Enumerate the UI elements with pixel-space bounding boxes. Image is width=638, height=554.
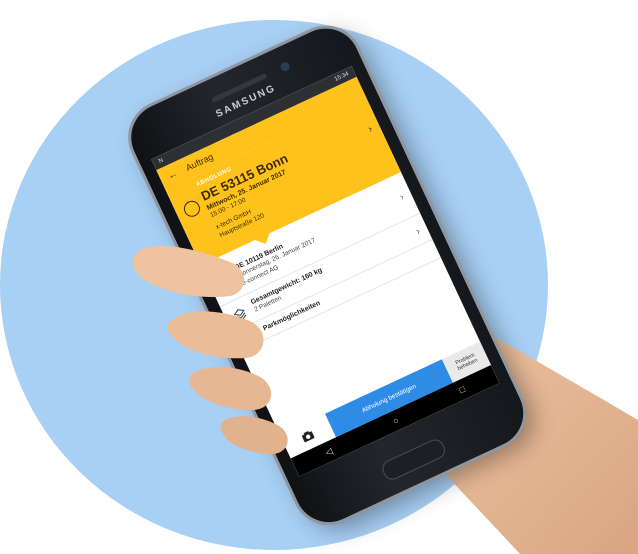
finger-4: [220, 416, 288, 455]
finger-3: [189, 366, 272, 410]
finger-1: [132, 245, 245, 298]
scene: SAMSUNG N 15:34 ← Auftrag ABHOLUNG DE 53…: [0, 0, 638, 554]
fingers-illustration: [132, 245, 288, 455]
finger-2: [167, 311, 264, 359]
